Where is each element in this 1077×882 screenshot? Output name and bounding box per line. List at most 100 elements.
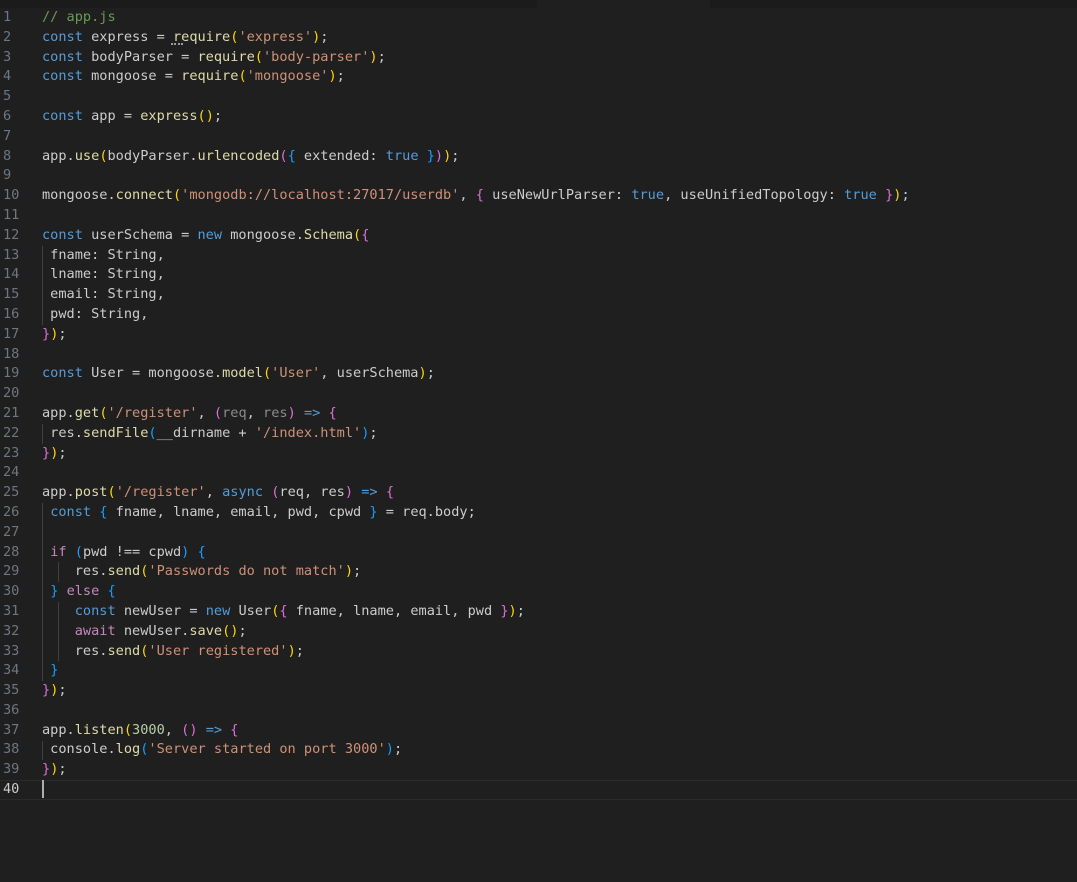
code-line[interactable]: 18 — [0, 345, 1077, 365]
code-line[interactable]: 13 fname: String, — [0, 246, 1077, 266]
code-line[interactable]: 34 } — [0, 661, 1077, 681]
code-line[interactable]: 11 — [0, 206, 1077, 226]
code-text[interactable]: }); — [42, 760, 67, 780]
code-line[interactable]: 3 const bodyParser = require('body-parser… — [0, 48, 1077, 68]
code-token: ) — [287, 404, 296, 421]
code-editor[interactable]: 1// app.js 2 const express = require('expr… — [0, 0, 1077, 882]
line-number: 34 — [3, 662, 20, 679]
code-text[interactable]: const express = require('express'); — [42, 28, 328, 48]
code-line[interactable]: 23}); — [0, 444, 1077, 464]
code-line[interactable]: 12 const userSchema = new mongoose.Schema… — [0, 226, 1077, 246]
code-token: model — [222, 365, 263, 382]
code-text[interactable]: const { fname, lname, email, pwd, cpwd }… — [42, 503, 476, 523]
code-line[interactable]: 30 } else { — [0, 582, 1077, 602]
code-line[interactable]: 32 await newUser.save(); — [0, 622, 1077, 642]
code-token: => — [205, 721, 223, 738]
code-line[interactable]: 21 app.get('/register', (req, res) => { — [0, 404, 1077, 424]
code-text[interactable]: app.listen(3000, () => { — [42, 721, 238, 741]
line-number: 33 — [3, 642, 20, 659]
code-text[interactable]: } — [42, 661, 58, 681]
code-token: { — [230, 721, 239, 738]
code-text[interactable]: await newUser.save(); — [42, 622, 247, 642]
code-line[interactable]: 7 — [0, 127, 1077, 147]
code-line[interactable]: 2 const express = require('express'); — [0, 28, 1077, 48]
code-token: app. — [42, 404, 75, 421]
code-line[interactable]: 40 — [0, 780, 1077, 800]
code-line[interactable]: 15 email: String, — [0, 285, 1077, 305]
code-token: { — [107, 583, 116, 600]
code-text[interactable] — [42, 780, 44, 800]
code-text[interactable]: }); — [42, 444, 67, 464]
code-token: newUser. — [115, 622, 190, 639]
code-text[interactable]: const newUser = new User({ fname, lname,… — [42, 602, 525, 622]
code-text[interactable]: if (pwd !== cpwd) { — [42, 543, 206, 563]
code-token: { — [197, 543, 206, 560]
code-token: 3000 — [132, 721, 165, 738]
code-line[interactable]: 29 res.send('Passwords do not match'); — [0, 562, 1077, 582]
code-token: 'body-parser' — [262, 48, 370, 65]
code-line[interactable]: 37 app.listen(3000, () => { — [0, 721, 1077, 741]
code-token: () — [197, 107, 214, 124]
code-text[interactable]: pwd: String, — [42, 305, 148, 325]
code-text[interactable]: app.get('/register', (req, res) => { — [42, 404, 337, 424]
code-line[interactable]: 4 const mongoose = require('mongoose'); — [0, 67, 1077, 87]
code-text[interactable]: res.send('Passwords do not match'); — [42, 562, 361, 582]
code-line[interactable]: 14 lname: String, — [0, 265, 1077, 285]
line-number: 4 — [3, 68, 12, 85]
code-token: ; — [295, 642, 304, 659]
code-line[interactable]: 26 const { fname, lname, email, pwd, cpw… — [0, 503, 1077, 523]
code-line[interactable]: 6 const app = express(); — [0, 107, 1077, 127]
line-number: 23 — [3, 444, 20, 461]
code-text[interactable]: res.sendFile(__dirname + '/index.html'); — [42, 424, 377, 444]
code-text[interactable]: }); — [42, 681, 67, 701]
code-text[interactable]: fname: String, — [42, 246, 165, 266]
code-token: () — [181, 721, 198, 738]
code-text[interactable]: mongoose.connect('mongodb://localhost:27… — [42, 186, 910, 206]
line-number: 10 — [3, 187, 20, 204]
code-text[interactable]: res.send('User registered'); — [42, 642, 304, 662]
code-lines[interactable]: 1// app.js 2 const express = require('expr… — [0, 8, 1077, 800]
code-text[interactable]: app.post('/register', async (req, res) =… — [42, 483, 394, 503]
code-line[interactable]: 5 — [0, 87, 1077, 107]
code-token: ( — [279, 147, 288, 164]
code-text[interactable]: const mongoose = require('mongoose'); — [42, 67, 345, 87]
code-line[interactable]: 35}); — [0, 681, 1077, 701]
code-line[interactable]: 22 res.sendFile(__dirname + '/index.html… — [0, 424, 1077, 444]
code-text[interactable]: const userSchema = new mongoose.Schema({ — [42, 226, 369, 246]
code-token: } — [500, 602, 509, 619]
code-line[interactable]: 33 res.send('User registered'); — [0, 642, 1077, 662]
code-line[interactable]: 38 console.log('Server started on port 3… — [0, 740, 1077, 760]
code-line[interactable]: 16 pwd: String, — [0, 305, 1077, 325]
code-text[interactable]: email: String, — [42, 285, 165, 305]
code-text[interactable]: const bodyParser = require('body-parser'… — [42, 48, 386, 68]
code-token: } — [42, 325, 51, 342]
code-text[interactable]: console.log('Server started on port 3000… — [42, 740, 402, 760]
code-text[interactable]: app.use(bodyParser.urlencoded({ extended… — [42, 147, 459, 167]
code-text[interactable]: } else { — [42, 582, 116, 602]
code-line[interactable]: 36 — [0, 701, 1077, 721]
code-line[interactable]: 28 if (pwd !== cpwd) { — [0, 543, 1077, 563]
code-line[interactable]: 17}); — [0, 325, 1077, 345]
code-token: } — [426, 147, 435, 164]
code-line[interactable]: 27 — [0, 523, 1077, 543]
line-number: 20 — [3, 385, 20, 402]
code-line[interactable]: 10 mongoose.connect('mongodb://localhost:… — [0, 186, 1077, 206]
code-line[interactable]: 8 app.use(bodyParser.urlencoded({ extende… — [0, 147, 1077, 167]
code-text[interactable]: lname: String, — [42, 265, 165, 285]
line-number: 15 — [3, 286, 20, 303]
code-line[interactable]: 19 const User = mongoose.model('User', us… — [0, 364, 1077, 384]
code-line[interactable]: 39}); — [0, 760, 1077, 780]
code-line[interactable]: 25 app.post('/register', async (req, res)… — [0, 483, 1077, 503]
code-line[interactable]: 1 // app.js — [0, 8, 1077, 28]
code-text[interactable]: // app.js — [42, 8, 116, 28]
code-line[interactable]: 9 — [0, 166, 1077, 186]
indent-guide — [58, 562, 60, 583]
code-text[interactable]: const User = mongoose.model('User', user… — [42, 364, 435, 384]
code-line[interactable]: 20 — [0, 384, 1077, 404]
code-text[interactable]: }); — [42, 325, 67, 345]
code-line[interactable]: 24 — [0, 463, 1077, 483]
code-line[interactable]: 31 const newUser = new User({ fname, lna… — [0, 602, 1077, 622]
code-text[interactable]: const app = express(); — [42, 107, 222, 127]
